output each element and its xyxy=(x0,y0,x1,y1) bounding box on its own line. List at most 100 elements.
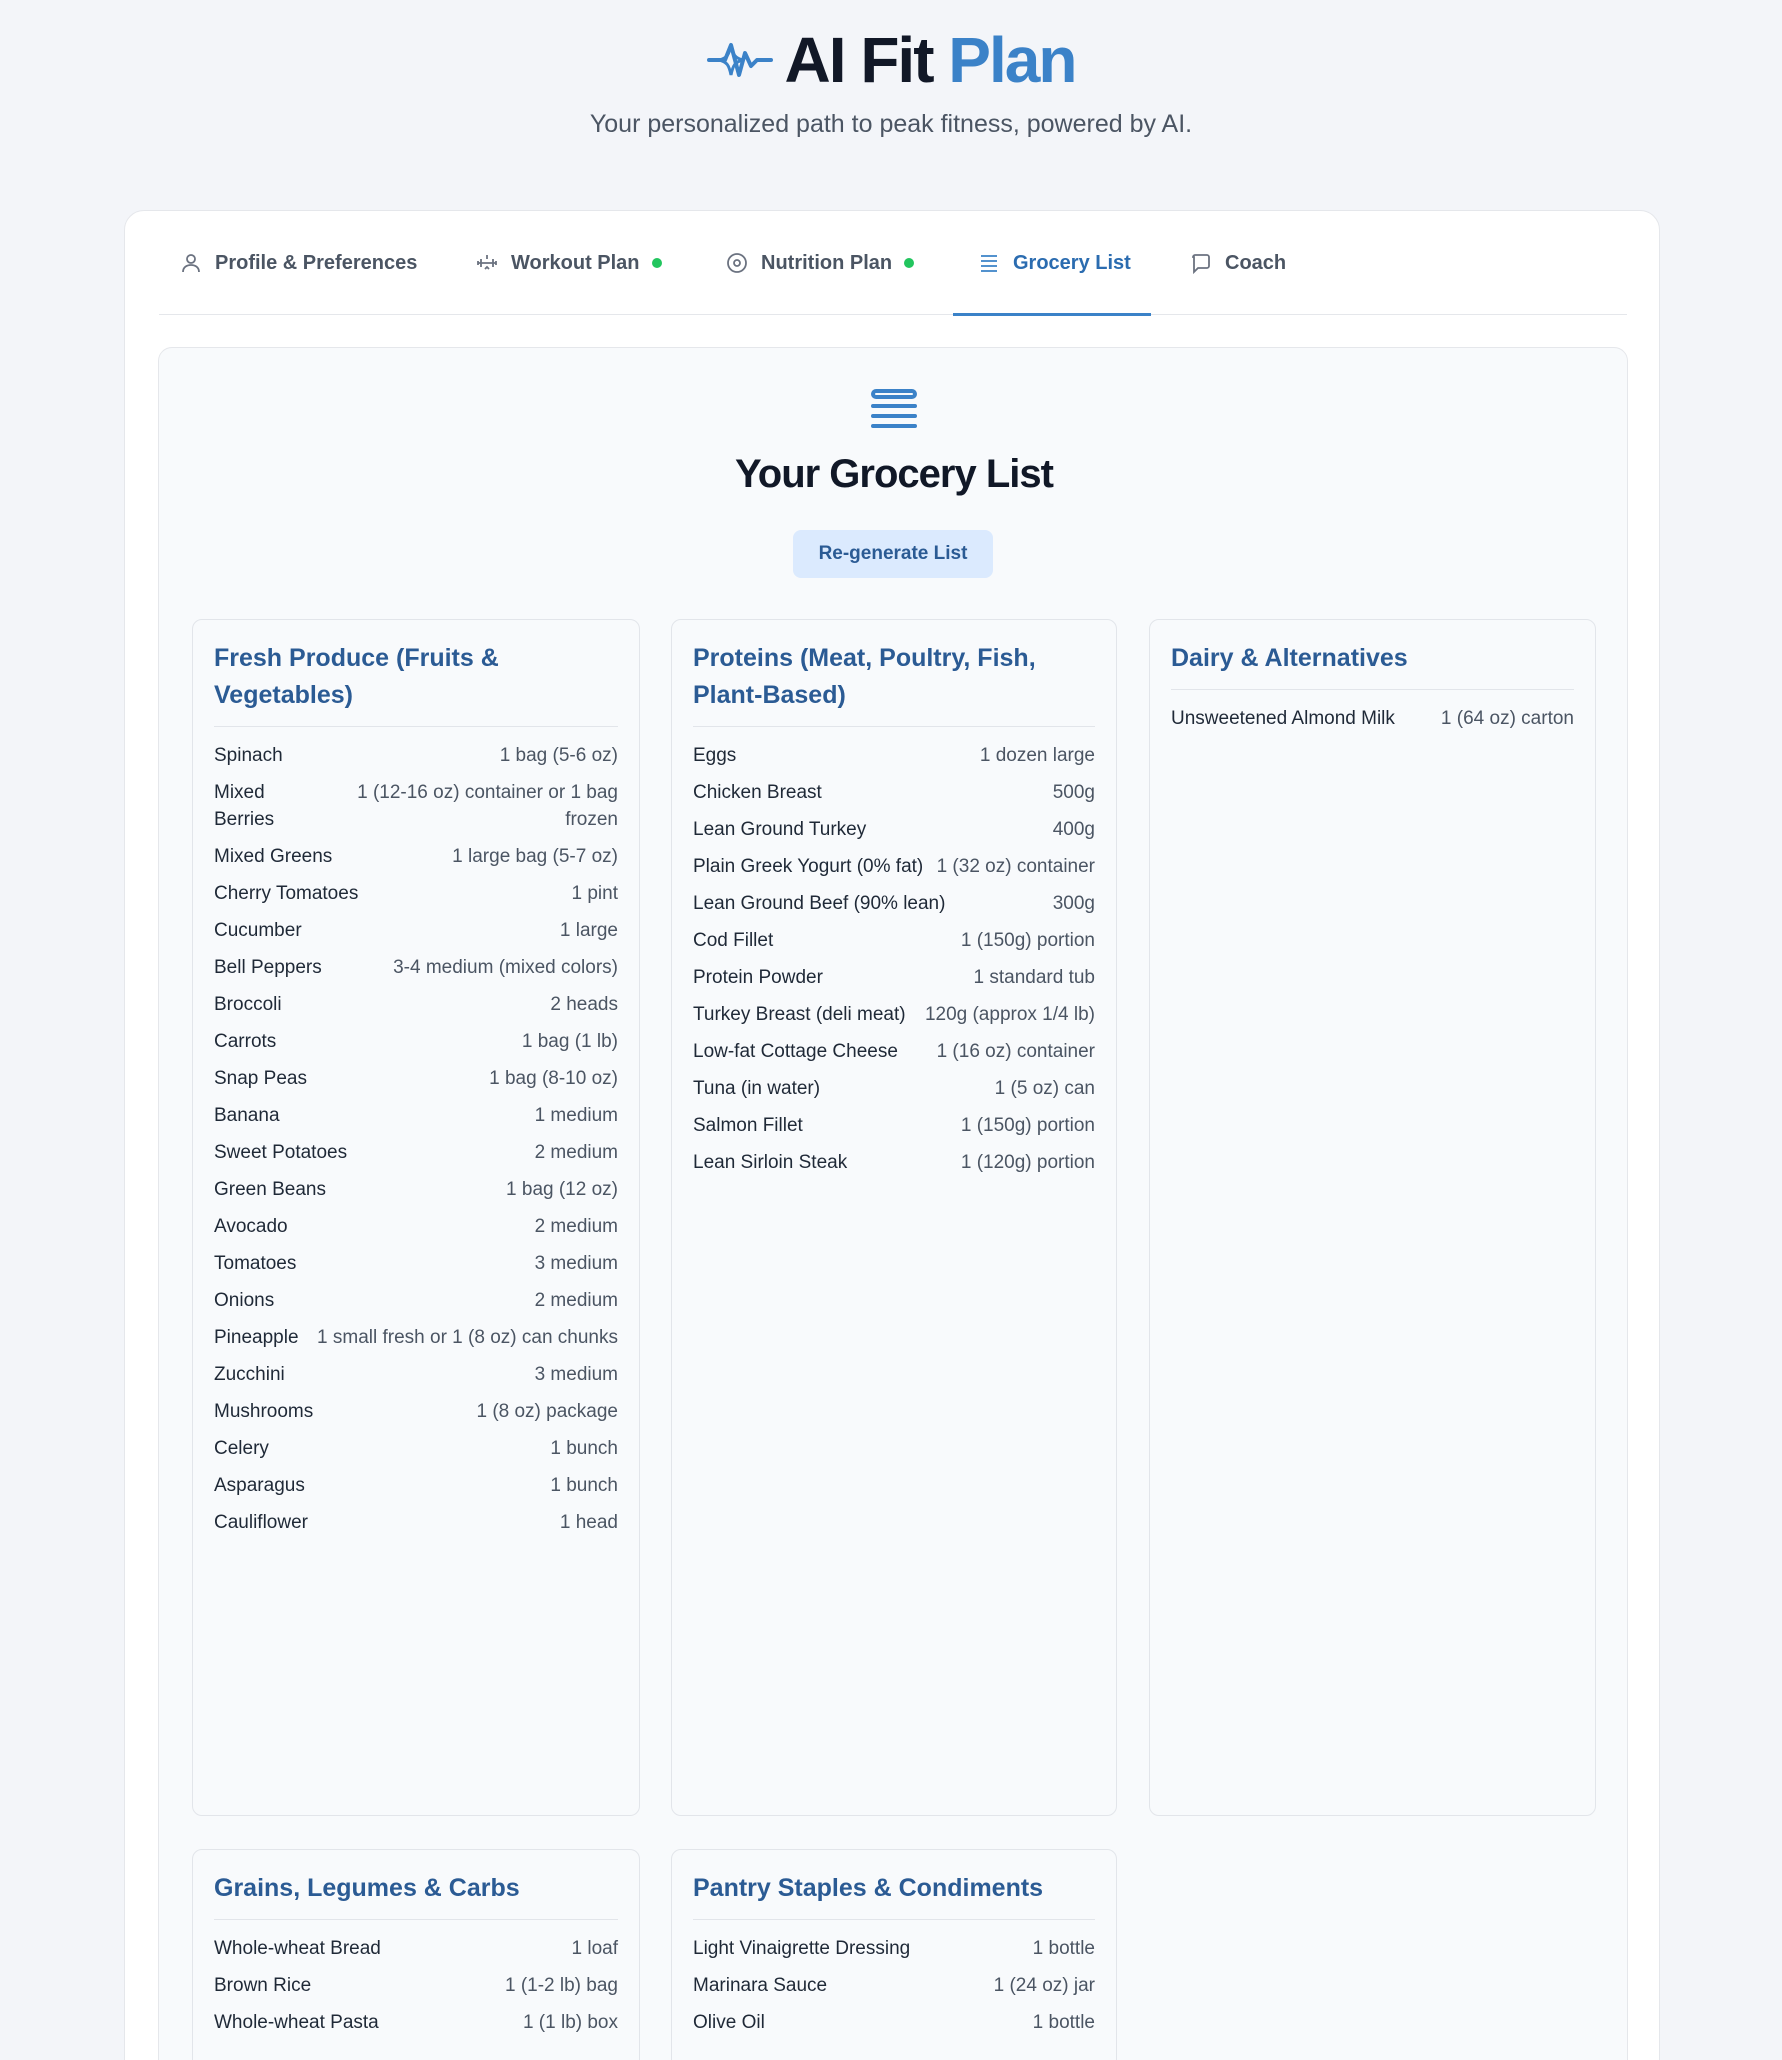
grocery-item: Turkey Breast (deli meat) 120g (approx 1/… xyxy=(693,996,1095,1033)
grocery-item: Carrots 1 bag (1 lb) xyxy=(214,1023,618,1060)
sparkle-icon xyxy=(706,43,773,77)
item-quantity: 1 (64 oz) carton xyxy=(1440,708,1574,729)
item-quantity: 1 bottle xyxy=(1032,1938,1095,1959)
grocery-item: Cod Fillet 1 (150g) portion xyxy=(693,922,1095,959)
tab-label: Nutrition Plan xyxy=(761,251,893,274)
item-name: Protein Powder xyxy=(693,967,823,988)
item-quantity: 1 dozen large xyxy=(979,745,1095,766)
item-quantity: 1 loaf xyxy=(571,1938,618,1959)
category-dairy: Dairy & Alternatives Unsweetened Almond … xyxy=(1149,619,1596,1816)
item-name: Sweet Potatoes xyxy=(214,1142,348,1163)
item-name: Marinara Sauce xyxy=(693,1975,828,1996)
grocery-title: Your Grocery List xyxy=(735,452,1054,496)
item-quantity: 1 (120g) portion xyxy=(960,1152,1095,1173)
tab-nutrition[interactable]: Nutrition Plan xyxy=(725,211,915,315)
grocery-item: Pineapple 1 small fresh or 1 (8 oz) can c… xyxy=(214,1319,618,1356)
list-icon xyxy=(871,389,917,428)
item-name: Cherry Tomatoes xyxy=(214,883,359,904)
app-title: AI Fit Plan xyxy=(785,24,1078,96)
item-name: Cauliflower xyxy=(214,1512,308,1533)
dumbbell-icon xyxy=(477,255,497,270)
item-quantity: 1 bottle xyxy=(1032,2012,1095,2033)
status-dot xyxy=(904,258,915,268)
item-quantity: 1 small fresh or 1 (8 oz) can chunks xyxy=(317,1327,618,1348)
grocery-item: Chicken Breast 500g xyxy=(693,774,1095,811)
item-quantity: 1 standard tub xyxy=(973,967,1095,988)
item-name: Celery xyxy=(214,1438,269,1459)
item-quantity: 300g xyxy=(1052,893,1095,914)
grocery-item: Low-fat Cottage Cheese 1 (16 oz) containe… xyxy=(693,1033,1095,1070)
tab-label: Coach xyxy=(1225,251,1287,274)
tab-coach[interactable]: Coach xyxy=(1189,211,1286,315)
item-quantity: 2 medium xyxy=(534,1290,618,1311)
item-list: Whole-wheat Bread 1 loaf Brown Rice 1 (1-2 … xyxy=(214,1930,618,2041)
item-name: Lean Sirloin Steak xyxy=(693,1152,848,1173)
item-name: Eggs xyxy=(693,745,737,766)
grocery-item: Lean Ground Turkey 400g xyxy=(693,811,1095,848)
grocery-item: Broccoli 2 heads xyxy=(214,986,618,1023)
grocery-item: Light Vinaigrette Dressing 1 bottle xyxy=(693,1930,1095,1967)
grocery-item: Tomatoes 3 medium xyxy=(214,1245,618,1282)
tab-workout[interactable]: Workout Plan xyxy=(475,211,662,315)
grocery-item: Snap Peas 1 bag (8-10 oz) xyxy=(214,1060,618,1097)
item-quantity: 1 medium xyxy=(534,1105,618,1126)
grocery-item: Cucumber 1 large xyxy=(214,912,618,949)
category-pantry: Pantry Staples & Condiments Light Vinaig… xyxy=(671,1849,1117,2060)
item-name: Spinach xyxy=(214,745,283,766)
item-quantity: 3 medium xyxy=(534,1253,618,1274)
item-list: Eggs 1 dozen large Chicken Breast 500g Lean … xyxy=(693,737,1095,1181)
grocery-item: Onions 2 medium xyxy=(214,1282,618,1319)
item-quantity: 1 bag (1 lb) xyxy=(521,1031,618,1052)
item-quantity: 1 head xyxy=(559,1512,618,1533)
grocery-item: Tuna (in water) 1 (5 oz) can xyxy=(693,1070,1095,1107)
item-quantity: 1 pint xyxy=(571,883,618,904)
item-quantity: 1 (1 lb) box xyxy=(522,2012,618,2033)
grocery-item: Marinara Sauce 1 (24 oz) jar xyxy=(693,1967,1095,2004)
item-name: Lean Ground Turkey xyxy=(693,819,867,840)
grocery-item: Brown Rice 1 (1-2 lb) bag xyxy=(214,1967,618,2004)
grocery-item: Mixed Greens 1 large bag (5-7 oz) xyxy=(214,838,618,875)
app-title-accent: Plan xyxy=(948,24,1077,96)
grocery-item: Zucchini 3 medium xyxy=(214,1356,618,1393)
item-quantity: 1 bag (8-10 oz) xyxy=(489,1068,618,1089)
category-proteins: Proteins (Meat, Poultry, Fish, Plant-Bas… xyxy=(671,619,1117,1816)
grocery-item: Whole-wheat Bread 1 loaf xyxy=(214,1930,618,1967)
item-quantity: 1 (150g) portion xyxy=(960,1115,1095,1136)
category-title: Proteins (Meat, Poultry, Fish, Plant-Bas… xyxy=(693,640,1095,727)
regenerate-list-button[interactable]: Re-generate List xyxy=(793,530,993,578)
status-dot xyxy=(651,258,662,268)
grocery-item: Celery 1 bunch xyxy=(214,1430,618,1467)
grocery-item: Cauliflower 1 head xyxy=(214,1504,618,1541)
item-name: Mushrooms xyxy=(214,1401,314,1422)
grocery-item: Eggs 1 dozen large xyxy=(693,737,1095,774)
category-title: Dairy & Alternatives xyxy=(1171,640,1574,690)
item-list: Spinach 1 bag (5-6 oz) Mixed Berries 1 (12-… xyxy=(214,737,618,1541)
item-name: Mixed Berries xyxy=(214,782,275,830)
category-fresh-produce: Fresh Produce (Fruits & Vegetables) Spin… xyxy=(192,619,640,1816)
tab-profile[interactable]: Profile & Preferences xyxy=(179,211,417,315)
grocery-item: Salmon Fillet 1 (150g) portion xyxy=(693,1107,1095,1144)
grocery-item: Sweet Potatoes 2 medium xyxy=(214,1134,618,1171)
grocery-item: Spinach 1 bag (5-6 oz) xyxy=(214,737,618,774)
item-name: Low-fat Cottage Cheese xyxy=(693,1041,898,1062)
item-quantity: 1 (24 oz) jar xyxy=(993,1975,1095,1996)
grocery-item: Bell Peppers 3-4 medium (mixed colors) xyxy=(214,949,618,986)
item-quantity: 2 medium xyxy=(534,1216,618,1237)
list-icon xyxy=(981,255,997,272)
item-name: Salmon Fillet xyxy=(693,1115,803,1136)
grocery-item: Mushrooms 1 (8 oz) package xyxy=(214,1393,618,1430)
item-name: Olive Oil xyxy=(693,2012,765,2033)
item-name: Chicken Breast xyxy=(693,782,822,803)
item-name: Broccoli xyxy=(214,994,282,1015)
tab-grocery[interactable]: Grocery List xyxy=(953,211,1151,316)
item-name: Bell Peppers xyxy=(214,957,322,978)
plate-icon xyxy=(727,253,747,273)
item-name: Cod Fillet xyxy=(693,930,774,951)
category-title: Grains, Legumes & Carbs xyxy=(214,1870,618,1920)
item-name: Avocado xyxy=(214,1216,288,1237)
item-name: Plain Greek Yogurt (0% fat) xyxy=(693,856,924,877)
item-name: Brown Rice xyxy=(214,1975,312,1996)
grocery-item: Unsweetened Almond Milk 1 (64 oz) carton xyxy=(1171,700,1574,737)
tab-bar: Profile & Preferences Workout Plan Nutri… xyxy=(159,211,1627,316)
item-quantity: 1 (12-16 oz) container or 1 bag frozen xyxy=(357,782,618,830)
